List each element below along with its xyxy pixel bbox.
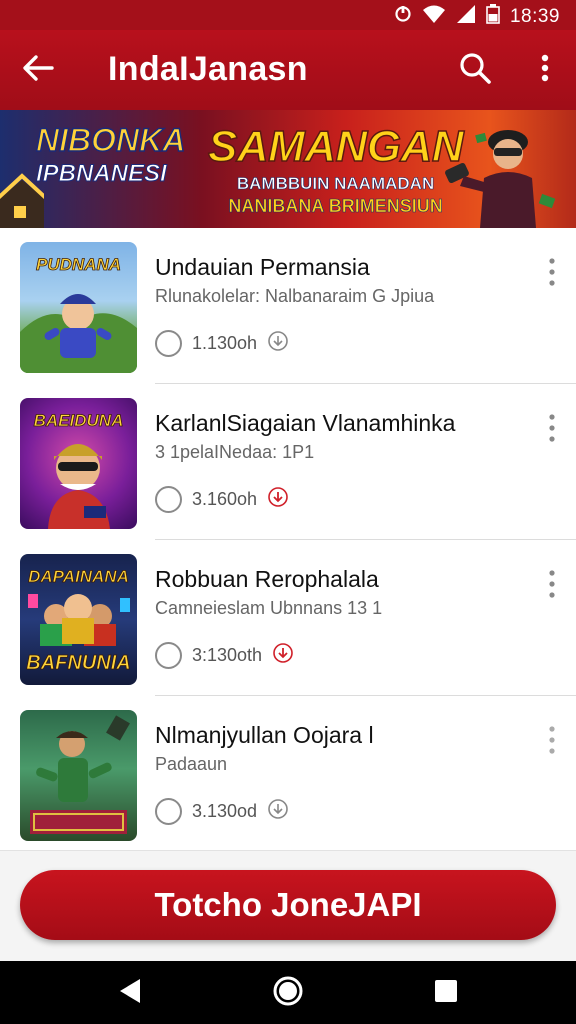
battery-icon <box>486 4 500 29</box>
download-icon[interactable] <box>267 486 289 513</box>
list-item[interactable]: BAEIDUNA KarlanlSiagaian Vlanamhinka 3 1… <box>0 384 576 540</box>
thumbnail-label: PUDNANA <box>36 255 122 274</box>
item-more-button[interactable] <box>538 254 566 294</box>
item-title: Nlmanjyullan Oojara l <box>155 722 374 748</box>
system-nav-bar <box>0 961 576 1024</box>
thumbnail-label: DAPAINANA <box>28 567 130 586</box>
status-bar: 18:39 <box>0 0 576 30</box>
search-icon <box>458 51 492 90</box>
item-thumbnail: PUDNANA <box>20 242 137 373</box>
item-meta: 3.160oh <box>155 484 289 514</box>
item-title: KarlanlSiagaian Vlanamhinka <box>155 410 456 436</box>
download-icon[interactable] <box>267 798 289 825</box>
list-item[interactable]: Nlmanjyullan Oojara l Padaaun 3.130od <box>0 696 576 852</box>
download-icon[interactable] <box>267 330 289 357</box>
item-size: 3.130od <box>192 800 258 821</box>
item-meta: 3.130od <box>155 796 289 826</box>
banner-subline-1: BAMBBUIN NAAMADAN <box>236 174 435 194</box>
item-thumbnail <box>20 710 137 841</box>
wifi-icon <box>422 4 446 29</box>
nav-home-icon <box>272 975 304 1012</box>
banner-subline-2: NANIBANA BRIMENSIUN <box>228 196 443 217</box>
nav-back-button[interactable] <box>110 973 150 1013</box>
thumbnail-label: BAEIDUNA <box>33 411 124 430</box>
item-subtitle: Rlunakolelar: Nalbanaraim G Jpiua <box>155 286 435 306</box>
nav-recents-button[interactable] <box>426 973 466 1013</box>
more-vert-icon <box>549 569 555 604</box>
bottom-action-area: Totcho JoneJAPI <box>0 850 576 961</box>
item-size: 3.160oh <box>192 488 258 509</box>
banner-character-illustration <box>440 116 560 228</box>
banner-left-title: NIBONKA IPBNANESI <box>35 122 186 187</box>
list-item[interactable]: DAPAINANA BAFNUNIA Robbuan Rerophalala C… <box>0 540 576 696</box>
banner-headline: SAMANGAN <box>207 121 464 172</box>
more-vert-icon <box>541 54 549 87</box>
item-select-radio[interactable] <box>155 797 182 825</box>
app-list: PUDNANA Undauian Permansia Rlunakolelar:… <box>0 228 576 850</box>
banner-headline-block: SAMANGAN BAMBBUIN NAAMADAN NANIBANA BRIM… <box>207 121 464 217</box>
item-more-button[interactable] <box>538 410 566 450</box>
item-size: 3:130oth <box>192 644 263 665</box>
nav-recents-icon <box>433 978 459 1009</box>
app-bar: IndaIJanasn <box>0 30 576 110</box>
more-vert-icon <box>549 725 555 760</box>
item-more-button[interactable] <box>538 722 566 762</box>
item-thumbnail: BAEIDUNA <box>20 398 137 529</box>
item-meta: 3:130oth <box>155 640 294 670</box>
item-more-button[interactable] <box>538 566 566 606</box>
more-vert-icon <box>549 257 555 292</box>
item-select-radio[interactable] <box>155 641 182 669</box>
banner-left-line2: IPBNANESI <box>35 160 167 187</box>
item-title: Undauian Permansia <box>155 254 370 280</box>
download-icon[interactable] <box>272 642 294 669</box>
item-subtitle: 3 1pelaINedaa: 1P1 <box>155 442 315 462</box>
status-icons: 18:39 <box>394 4 560 29</box>
sync-icon <box>394 4 412 29</box>
overflow-menu-button[interactable] <box>528 50 562 90</box>
item-title: Robbuan Rerophalala <box>155 566 379 592</box>
item-select-radio[interactable] <box>155 485 182 513</box>
item-size: 1.130oh <box>192 332 258 353</box>
thumbnail-label-bottom: BAFNUNIA <box>26 652 131 674</box>
status-time: 18:39 <box>509 5 560 27</box>
page-title: IndaIJanasn <box>108 50 308 88</box>
back-button[interactable] <box>18 50 58 90</box>
promo-banner[interactable]: NIBONKA IPBNANESI SAMANGAN BAMBBUIN NAAM… <box>0 110 576 228</box>
item-meta: 1.130oh <box>155 328 289 358</box>
item-select-radio[interactable] <box>155 329 182 357</box>
list-item[interactable]: PUDNANA Undauian Permansia Rlunakolelar:… <box>0 228 576 384</box>
nav-back-icon <box>117 977 143 1010</box>
primary-action-button[interactable]: Totcho JoneJAPI <box>20 870 556 940</box>
signal-icon <box>456 4 476 29</box>
item-subtitle: Camneieslam Ubnnans 13 1 <box>155 598 383 618</box>
banner-left-line1: NIBONKA <box>35 122 186 158</box>
more-vert-icon <box>549 413 555 448</box>
item-thumbnail: DAPAINANA BAFNUNIA <box>20 554 137 685</box>
item-subtitle: Padaaun <box>155 754 228 774</box>
search-button[interactable] <box>455 50 495 90</box>
nav-home-button[interactable] <box>268 973 308 1013</box>
back-arrow-icon <box>22 54 54 87</box>
